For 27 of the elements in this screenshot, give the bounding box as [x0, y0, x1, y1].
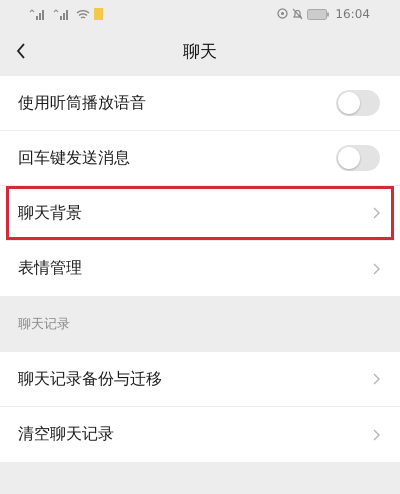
screen-title: 聊天	[183, 40, 217, 62]
row-label: 使用听筒播放语音	[18, 92, 146, 114]
settings-row[interactable]: 表情管理	[0, 241, 400, 296]
chevron-icon	[373, 428, 380, 440]
chevron-icon	[373, 262, 380, 274]
row-label: 清空聊天记录	[18, 424, 114, 445]
settings-row[interactable]: 聊天记录备份与迁移	[0, 352, 400, 407]
location-icon	[277, 8, 288, 20]
wifi-icon	[76, 8, 90, 20]
mute-icon	[292, 8, 304, 20]
section-title: 聊天记录	[18, 316, 70, 333]
toggle-switch[interactable]	[336, 90, 380, 116]
chevron-icon	[373, 207, 380, 219]
settings-row[interactable]: 清空聊天记录	[0, 407, 400, 462]
settings-row[interactable]: 使用听筒播放语音	[0, 76, 400, 131]
status-time: 16:04	[335, 7, 370, 21]
row-label: 表情管理	[18, 258, 82, 279]
chevron-icon	[373, 373, 380, 385]
notification-icon	[94, 8, 103, 20]
row-label: 聊天记录备份与迁移	[18, 368, 162, 390]
row-label: 聊天背景	[18, 202, 82, 224]
battery-icon	[307, 8, 330, 20]
row-label: 回车键发送消息	[18, 148, 130, 168]
settings-row[interactable]: 聊天背景	[6, 186, 394, 241]
settings-row[interactable]: 回车键发送消息	[0, 131, 400, 186]
back-icon[interactable]	[16, 43, 26, 59]
toggle-switch[interactable]	[336, 145, 380, 171]
